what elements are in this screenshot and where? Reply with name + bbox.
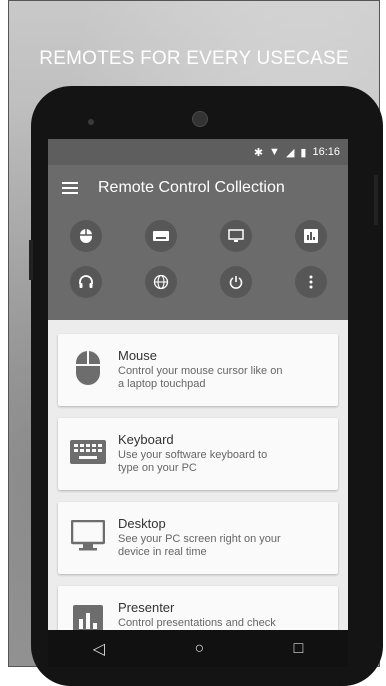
front-camera bbox=[88, 119, 94, 125]
power-shortcut-button[interactable] bbox=[219, 266, 252, 298]
presenter-shortcut-button[interactable] bbox=[294, 220, 327, 252]
recents-icon[interactable]: □ bbox=[294, 640, 304, 658]
card-title: Presenter bbox=[118, 600, 175, 615]
more-shortcut-button[interactable] bbox=[294, 266, 327, 298]
android-nav-bar: ◁ ○ □ bbox=[48, 630, 348, 667]
keyboard-shortcut-button[interactable] bbox=[144, 220, 177, 252]
remote-card-list: Mouse Control your mouse cursor like on … bbox=[48, 320, 348, 658]
desktop-card[interactable]: Desktop See your PC screen right on your… bbox=[58, 502, 338, 574]
signal-icon: ◢ bbox=[285, 146, 295, 159]
keyboard-card[interactable]: Keyboard Use your software keyboard to t… bbox=[58, 418, 338, 490]
speaker-grille bbox=[192, 111, 208, 127]
card-title: Desktop bbox=[118, 516, 166, 531]
remote-shortcut-grid bbox=[48, 210, 348, 320]
status-bar: ✱ ▼ ◢ ▮ 16:16 bbox=[48, 139, 348, 165]
globe-icon bbox=[153, 274, 168, 290]
status-time: 16:16 bbox=[312, 146, 340, 158]
media-shortcut-button[interactable] bbox=[69, 266, 102, 298]
card-title: Keyboard bbox=[118, 432, 174, 447]
back-icon[interactable]: ◁ bbox=[93, 639, 105, 659]
keyboard-icon bbox=[68, 432, 108, 472]
desktop-shortcut-button[interactable] bbox=[219, 220, 252, 252]
mouse-shortcut-button[interactable] bbox=[69, 220, 102, 252]
card-description: Use your software keyboard to type on yo… bbox=[118, 449, 268, 474]
bluetooth-icon: ✱ bbox=[253, 146, 264, 159]
wifi-icon: ▼ bbox=[269, 146, 280, 158]
phone-side-button bbox=[374, 175, 378, 225]
keyboard-icon bbox=[152, 231, 169, 241]
app-title: Remote Control Collection bbox=[98, 178, 285, 196]
hamburger-menu-icon[interactable] bbox=[62, 179, 78, 197]
desktop-icon bbox=[68, 516, 108, 556]
card-title: Mouse bbox=[118, 348, 158, 363]
desktop-icon bbox=[227, 229, 244, 242]
power-icon bbox=[229, 276, 242, 289]
phone-screen: ✱ ▼ ◢ ▮ 16:16 Remote Control Collection bbox=[48, 139, 348, 667]
mouse-icon bbox=[79, 229, 92, 243]
card-description: See your PC screen right on your device … bbox=[118, 533, 281, 558]
headphones-icon bbox=[78, 275, 93, 288]
mouse-card[interactable]: Mouse Control your mouse cursor like on … bbox=[58, 334, 338, 406]
phone-side-button-left bbox=[29, 240, 33, 280]
app-bar: Remote Control Collection bbox=[48, 165, 348, 210]
promo-heading: REMOTES FOR EVERY USECASE bbox=[39, 48, 349, 69]
presenter-icon bbox=[303, 229, 318, 243]
battery-icon: ▮ bbox=[300, 146, 307, 159]
home-icon[interactable]: ○ bbox=[194, 640, 204, 658]
web-shortcut-button[interactable] bbox=[144, 266, 177, 298]
mouse-icon bbox=[68, 348, 108, 388]
card-description: Control your mouse cursor like on a lapt… bbox=[118, 365, 283, 390]
more-vertical-icon bbox=[309, 275, 312, 289]
